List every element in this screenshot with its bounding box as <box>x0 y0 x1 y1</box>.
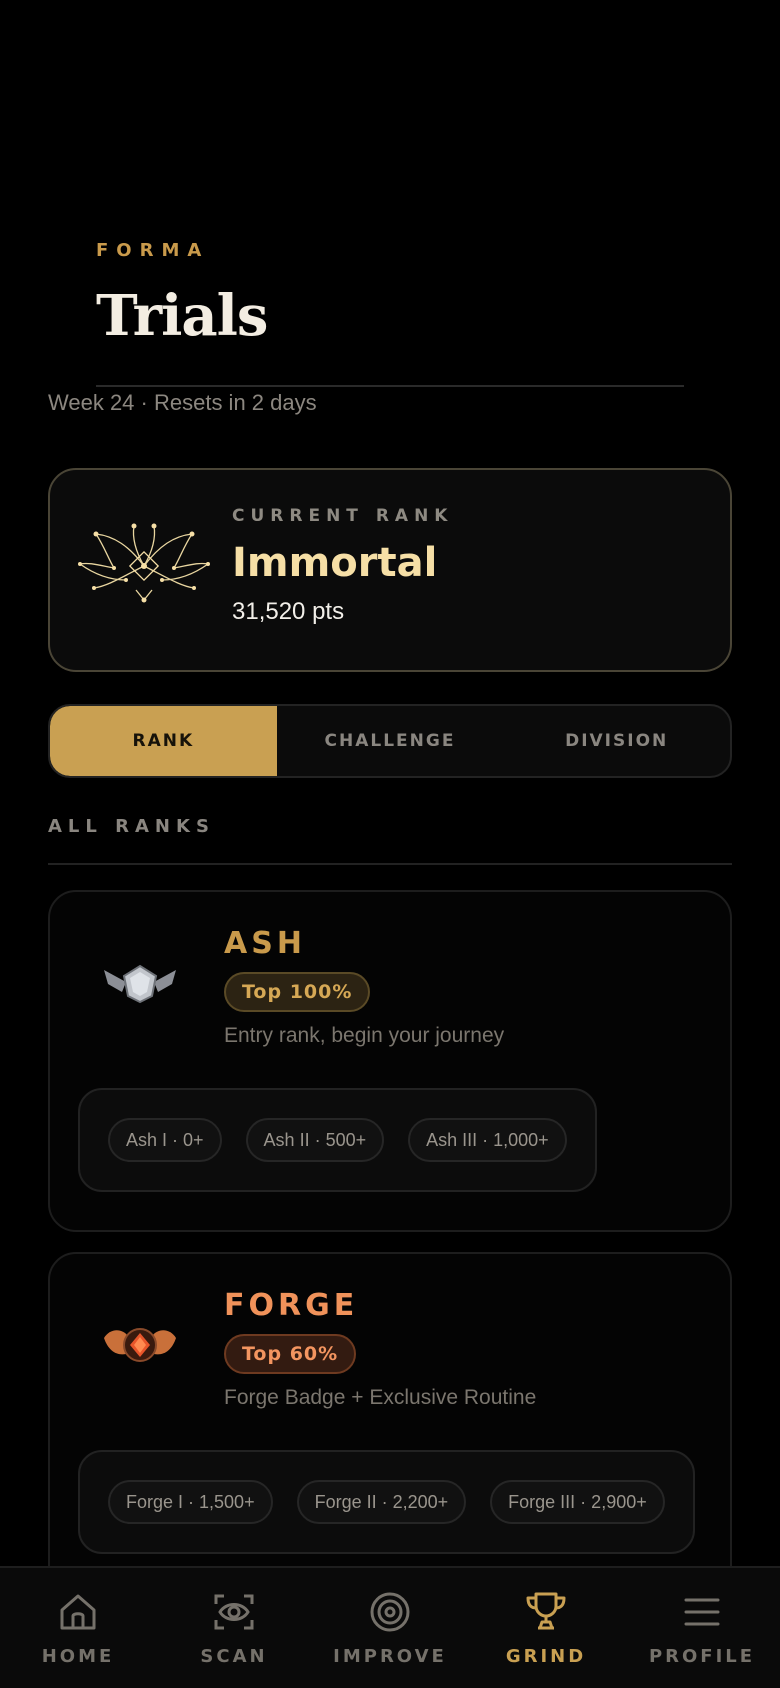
current-rank-name: Immortal <box>232 540 438 586</box>
section-divider <box>48 863 732 865</box>
all-ranks-heading: ALL RANKS <box>48 816 215 837</box>
nav-improve[interactable]: IMPROVE <box>312 1568 468 1688</box>
tier-percentile-badge: Top 60% <box>224 1334 357 1374</box>
immortal-emblem-icon <box>78 523 210 603</box>
nav-grind[interactable]: GRIND <box>468 1568 624 1688</box>
menu-icon <box>684 1598 720 1626</box>
home-icon <box>60 1594 96 1630</box>
week-reset-info: Week 24 · Resets in 2 days <box>48 390 317 415</box>
tier-card-ash[interactable]: ASH Top 100% Entry rank, begin your jour… <box>48 890 732 1232</box>
rank-tabs: RANK CHALLENGE DIVISION <box>48 704 732 778</box>
bottom-navigation: HOME SCAN IMPROVE GRIND PROFILE <box>0 1566 780 1688</box>
nav-label: IMPROVE <box>333 1646 447 1667</box>
page-header: FORMA Trials <box>96 240 684 349</box>
nav-scan[interactable]: SCAN <box>156 1568 312 1688</box>
target-icon <box>370 1592 410 1632</box>
nav-home[interactable]: HOME <box>0 1568 156 1688</box>
sub-rank-chip[interactable]: Forge I · 1,500+ <box>108 1480 273 1524</box>
sub-rank-chip[interactable]: Forge III · 2,900+ <box>490 1480 665 1524</box>
current-rank-points: 31,520 pts <box>232 598 345 625</box>
forge-badge-icon <box>104 1328 176 1362</box>
sub-rank-chip[interactable]: Forge II · 2,200+ <box>296 1480 467 1524</box>
nav-label: SCAN <box>200 1646 268 1667</box>
page-title: Trials <box>96 283 268 349</box>
current-rank-card[interactable]: CURRENT RANK Immortal 31,520 pts <box>48 468 732 672</box>
nav-label: GRIND <box>505 1646 587 1667</box>
tab-rank[interactable]: RANK <box>50 706 277 776</box>
tier-description: Forge Badge + Exclusive Routine <box>224 1386 537 1409</box>
ash-badge-icon <box>104 964 176 1004</box>
tab-division[interactable]: DIVISION <box>503 706 730 776</box>
tier-percentile-badge: Top 100% <box>224 972 371 1012</box>
current-rank-label: CURRENT RANK <box>232 506 454 526</box>
nav-label: HOME <box>41 1646 115 1667</box>
sub-rank-list: Ash I · 0+ Ash II · 500+ Ash III · 1,000… <box>78 1088 597 1192</box>
nav-label: PROFILE <box>648 1646 756 1667</box>
tier-description: Entry rank, begin your journey <box>224 1024 505 1047</box>
header-divider <box>96 385 684 387</box>
tier-name: ASH <box>224 926 306 961</box>
trophy-icon <box>526 1592 566 1630</box>
tier-name: FORGE <box>224 1288 359 1323</box>
sub-rank-chip[interactable]: Ash I · 0+ <box>108 1118 222 1162</box>
tab-challenge[interactable]: CHALLENGE <box>277 706 504 776</box>
sub-rank-chip[interactable]: Ash III · 1,000+ <box>408 1118 567 1162</box>
sub-rank-list: Forge I · 1,500+ Forge II · 2,200+ Forge… <box>78 1450 695 1554</box>
sub-rank-chip[interactable]: Ash II · 500+ <box>245 1118 385 1162</box>
scan-icon <box>214 1594 254 1630</box>
brand-label: FORMA <box>96 240 210 261</box>
nav-profile[interactable]: PROFILE <box>624 1568 780 1688</box>
